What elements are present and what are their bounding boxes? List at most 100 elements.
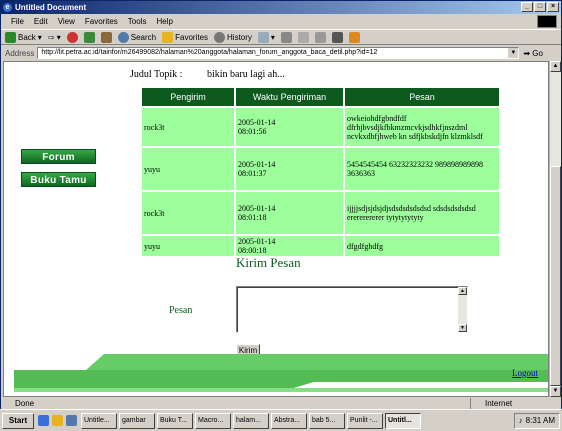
scroll-down-icon[interactable]: ▼ <box>550 386 561 397</box>
desktop-quicklaunch-icon[interactable] <box>66 415 77 426</box>
forward-button[interactable]: ⇨ ▾ <box>48 33 61 42</box>
close-icon[interactable]: × <box>547 2 559 12</box>
cell-time: 2005-01-14 08:01:18 <box>236 192 343 234</box>
history-icon <box>214 31 226 43</box>
footer-band-bottom <box>14 388 548 392</box>
textarea-scrollbar[interactable]: ▲ ▼ <box>458 287 467 332</box>
address-url: http://lit.petra.ac.id/tainfor/m26499082… <box>41 49 378 56</box>
topic-header: Judul Topik : bikin baru lagi ah... <box>130 69 285 80</box>
messenger-icon <box>331 31 343 43</box>
menu-tools[interactable]: Tools <box>128 15 147 28</box>
task-button[interactable]: Buku T... <box>157 412 193 429</box>
col-header-pengirim: Pengirim <box>142 88 234 106</box>
cell-date-text: 2005-01-14 <box>238 118 276 127</box>
mail-icon <box>257 31 269 43</box>
minimize-icon[interactable]: _ <box>521 2 533 12</box>
history-button[interactable]: History <box>214 31 252 43</box>
task-button[interactable]: Abstra... <box>271 412 307 429</box>
page-scrollbar[interactable]: ▲ ▼ <box>549 61 561 397</box>
address-input[interactable]: http://lit.petra.ac.id/tainfor/m26499082… <box>37 47 520 59</box>
footer-band-top <box>86 354 548 370</box>
table-row: rock3t 2005-01-14 08:01:18 ijjjjsdjsjdsjd… <box>142 192 499 234</box>
task-button-active[interactable]: Untitl... <box>385 412 421 429</box>
research-icon <box>348 31 360 43</box>
edit-button[interactable] <box>297 31 309 43</box>
stop-button[interactable] <box>66 31 78 43</box>
research-button[interactable] <box>348 31 360 43</box>
col-header-waktu: Waktu Pengiriman <box>236 88 343 106</box>
toolbar: Back ▾ ⇨ ▾ Search Favorites History ▾ <box>1 29 561 45</box>
buku-tamu-button[interactable]: Buku Tamu <box>21 172 96 187</box>
scroll-down-icon[interactable]: ▼ <box>458 324 467 332</box>
discuss-icon <box>314 31 326 43</box>
table-row: yuyu 2005-01-14 08:01:37 5454545454 63232… <box>142 148 499 190</box>
cell-message: owkeiohdfgbndfdf dfrhjbvsdjkfbkmzmcvkjsd… <box>345 108 499 146</box>
discuss-button[interactable] <box>314 31 326 43</box>
search-icon <box>117 31 129 43</box>
cell-sender: yuyu <box>142 236 234 256</box>
cell-message: ijjjjsdjsjdsjdjsdsdsdsdsdsd sdsdsdsdsdsd… <box>345 192 499 234</box>
cell-date-text: 2005-01-14 <box>238 160 276 169</box>
menu-bar: File Edit View Favorites Tools Help <box>1 15 561 28</box>
back-button[interactable]: Back ▾ <box>5 31 42 43</box>
task-button[interactable]: Punlit -... <box>347 412 383 429</box>
scroll-up-icon[interactable]: ▲ <box>550 61 561 72</box>
maximize-icon[interactable]: □ <box>534 2 546 12</box>
scroll-up-icon[interactable]: ▲ <box>458 287 467 295</box>
menu-favorites[interactable]: Favorites <box>85 15 118 28</box>
cell-time-text: 08:00:18 <box>238 246 267 255</box>
ie-logo-icon: e <box>3 3 12 12</box>
task-list: Untitle... gambar Buku T... Macro... hal… <box>81 412 421 429</box>
print-button[interactable] <box>280 31 292 43</box>
back-label: Back <box>18 32 36 42</box>
refresh-icon <box>83 31 95 43</box>
cell-time: 2005-01-14 08:01:37 <box>236 148 343 190</box>
back-arrow-icon <box>5 31 16 43</box>
go-button[interactable]: ➡ Go <box>523 49 543 58</box>
clock: 8:31 AM <box>525 416 555 425</box>
scroll-thumb[interactable] <box>550 166 561 386</box>
table-header-row: Pengirim Waktu Pengiriman Pesan <box>142 88 499 106</box>
task-button[interactable]: halam... <box>233 412 269 429</box>
chevron-down-icon[interactable]: ▼ <box>508 48 519 58</box>
footer-decoration <box>14 354 548 392</box>
topic-label: Judul Topik : <box>130 69 183 80</box>
logout-link[interactable]: Logout <box>512 368 538 378</box>
menu-view[interactable]: View <box>58 15 75 28</box>
refresh-button[interactable] <box>83 31 95 43</box>
ie-quicklaunch-icon[interactable] <box>38 415 49 426</box>
favorites-button[interactable]: Favorites <box>162 31 209 43</box>
mail-button[interactable]: ▾ <box>257 31 275 43</box>
outlook-quicklaunch-icon[interactable] <box>52 415 63 426</box>
favorites-star-icon <box>162 31 174 43</box>
pesan-label: Pesan <box>169 305 193 316</box>
cell-sender: rock3t <box>142 192 234 234</box>
home-button[interactable] <box>100 31 112 43</box>
pesan-textarea[interactable]: ▲ ▼ <box>236 286 468 333</box>
task-button[interactable]: bab 5... <box>309 412 345 429</box>
task-button[interactable]: Macro... <box>195 412 231 429</box>
window-title: Untitled Document <box>15 3 87 12</box>
start-button[interactable]: Start <box>2 412 34 429</box>
go-label: Go <box>532 48 543 58</box>
system-tray: ♪ 8:31 AM <box>513 412 560 429</box>
browser-window: e Untitled Document _ □ × File Edit View… <box>0 0 562 431</box>
volume-icon[interactable]: ♪ <box>519 416 523 425</box>
cell-time-text: 08:01:18 <box>238 213 267 222</box>
menu-help[interactable]: Help <box>156 15 172 28</box>
forum-diskusi-button[interactable]: Forum Diskusi <box>21 149 96 178</box>
search-button[interactable]: Search <box>117 31 156 43</box>
menu-file[interactable]: File <box>11 15 24 28</box>
cell-sender: rock3t <box>142 108 234 146</box>
task-button[interactable]: Untitle... <box>81 412 117 429</box>
address-bar: Address http://lit.petra.ac.id/tainfor/m… <box>1 46 561 60</box>
edit-icon <box>297 31 309 43</box>
table-row: yuyu 2005-01-14 08:00:18 dfgdfghdfg <box>142 236 499 256</box>
messenger-button[interactable] <box>331 31 343 43</box>
task-button[interactable]: gambar <box>119 412 155 429</box>
cell-message: dfgdfghdfg <box>345 236 499 256</box>
footer-notch <box>294 382 548 388</box>
favorites-label: Favorites <box>175 32 209 42</box>
menu-edit[interactable]: Edit <box>34 15 48 28</box>
col-header-pesan: Pesan <box>345 88 499 106</box>
